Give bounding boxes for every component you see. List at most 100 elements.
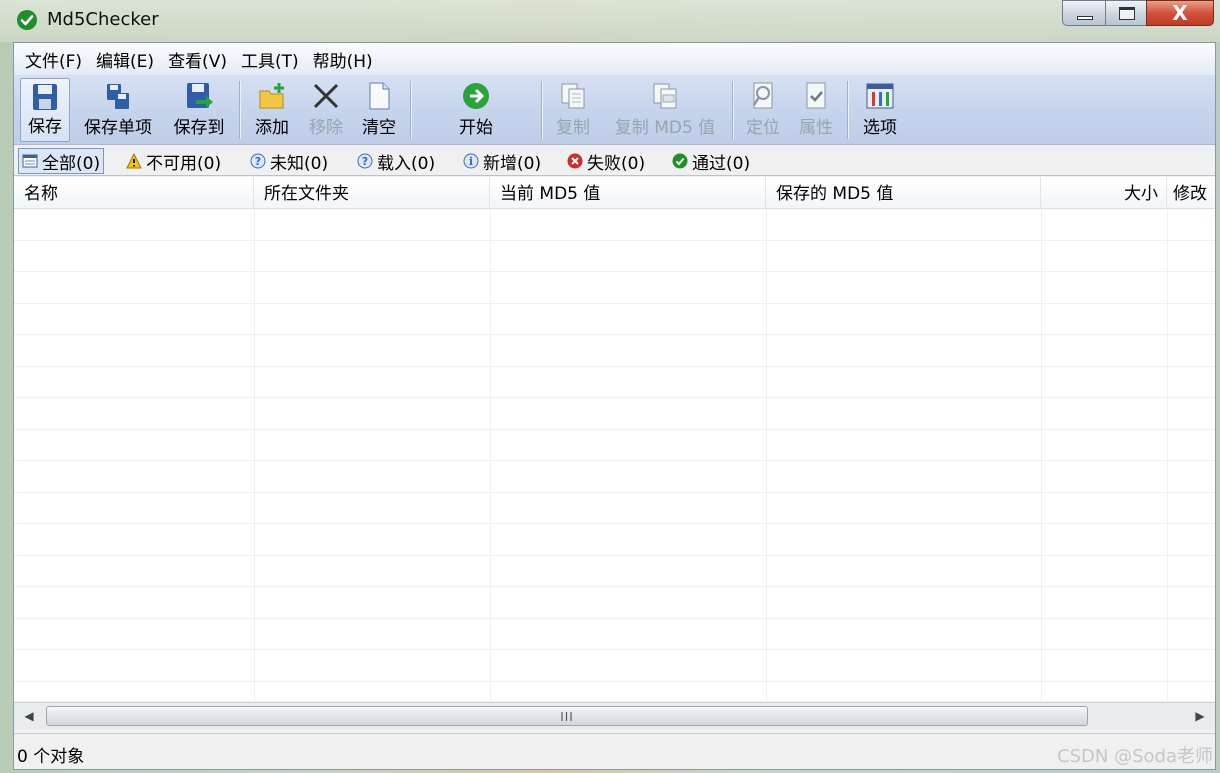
list-view-icon [22,154,38,168]
column-grid-line [254,209,255,701]
row-grid-line [14,366,1215,367]
column-header-current-md5[interactable]: 当前 MD5 值 [490,177,766,209]
menu-tools[interactable]: 工具(T) [236,47,308,72]
close-icon: X [1172,1,1188,25]
properties-button[interactable]: 属性 [791,78,841,142]
menu-edit[interactable]: 编辑(E) [91,47,163,72]
scroll-left-icon[interactable]: ◀ [16,703,42,729]
watermark: CSDN @Soda老师 [1057,746,1213,767]
start-arrow-icon [463,83,489,109]
horizontal-scrollbar[interactable]: ◀ III ▶ [14,702,1215,729]
info-icon: i [463,153,479,169]
toolbar-separator [732,81,734,139]
app-check-icon [17,10,37,30]
add-button[interactable]: 添加 [246,78,298,142]
scrollbar-grip-icon: III [560,710,574,724]
row-grid-line [14,555,1215,556]
menu-file[interactable]: 文件(F) [20,47,91,72]
minimize-icon [1077,16,1093,20]
toolbar-separator [541,81,543,139]
floppy-disk-icon [33,84,57,110]
column-grid-line [766,209,767,701]
fail-x-icon [567,153,583,169]
save-item-button[interactable]: 保存单项 [76,78,160,142]
main-window: 文件(F) 编辑(E) 查看(V) 工具(T) 帮助(H) 保存 保存单项 保存… [13,42,1216,770]
maximize-icon [1119,7,1135,20]
column-header-folder[interactable]: 所在文件夹 [254,177,490,209]
save-item-icon [107,84,129,109]
column-grid-line [490,209,491,701]
row-grid-line [14,429,1215,430]
list-body [14,209,1215,701]
column-grid-line [1167,209,1168,701]
filter-unavailable[interactable]: 不可用(0) [126,149,221,174]
copy-md5-icon [653,83,677,109]
save-to-icon [187,83,213,108]
menu-view[interactable]: 查看(V) [163,47,236,72]
status-bar: 0 个对象 CSDN @Soda老师 [14,733,1215,769]
column-header-name[interactable]: 名称 [14,177,254,209]
toolbar-separator [847,81,849,139]
row-grid-line [14,681,1215,682]
locate-magnifier-icon [752,82,773,109]
title-bar: Md5Checker X [0,0,1220,42]
row-grid-line [14,334,1215,335]
menu-help[interactable]: 帮助(H) [308,47,382,72]
options-sliders-icon [866,83,894,109]
filter-all[interactable]: 全部(0) [18,148,105,174]
svg-text:i: i [469,155,473,168]
remove-button[interactable]: 移除 [301,78,351,142]
window-title: Md5Checker [47,9,159,30]
row-grid-line [14,303,1215,304]
row-grid-line [14,492,1215,493]
copy-document-icon [561,83,585,109]
folder-add-icon [259,83,284,109]
save-to-button[interactable]: 保存到 [166,78,232,142]
save-button[interactable]: 保存 [20,78,70,142]
clear-button[interactable]: 清空 [354,78,404,142]
row-grid-line [14,586,1215,587]
minimize-button[interactable] [1062,0,1106,26]
row-grid-line [14,240,1215,241]
menu-bar: 文件(F) 编辑(E) 查看(V) 工具(T) 帮助(H) [14,43,1215,75]
filter-failed[interactable]: 失败(0) [567,149,645,174]
object-count: 0 个对象 [17,747,85,767]
svg-text:?: ? [362,155,368,168]
column-header-size[interactable]: 大小 [1041,177,1167,209]
scroll-right-icon[interactable]: ▶ [1187,703,1213,729]
scrollbar-thumb[interactable]: III [46,706,1088,726]
filter-new[interactable]: i 新增(0) [463,149,541,174]
row-grid-line [14,397,1215,398]
blank-document-icon [369,82,390,110]
svg-text:?: ? [255,155,261,168]
properties-check-icon [806,82,826,109]
row-grid-line [14,649,1215,650]
filter-bar: 全部(0) 不可用(0) ? 未知(0) ? 载入(0) i 新增(0) 失败(… [14,146,1215,176]
row-grid-line [14,271,1215,272]
column-header-modified[interactable]: 修改 [1167,177,1215,209]
options-button[interactable]: 选项 [853,78,907,142]
list-header: 名称 所在文件夹 当前 MD5 值 保存的 MD5 值 大小 修改 [14,177,1215,209]
remove-x-icon [313,83,339,109]
row-grid-line [14,618,1215,619]
warning-icon [126,153,142,169]
row-grid-line [14,523,1215,524]
column-grid-line [1041,209,1042,701]
filter-passed[interactable]: 通过(0) [672,149,750,174]
locate-button[interactable]: 定位 [738,78,788,142]
filter-unknown[interactable]: ? 未知(0) [250,149,328,174]
close-button[interactable]: X [1146,0,1214,26]
copy-md5-button[interactable]: 复制 MD5 值 [604,78,726,142]
file-list[interactable]: 名称 所在文件夹 当前 MD5 值 保存的 MD5 值 大小 修改 [14,177,1215,701]
copy-button[interactable]: 复制 [548,78,598,142]
start-button[interactable]: 开始 [416,78,536,142]
toolbar-separator [410,81,412,139]
filter-loaded[interactable]: ? 载入(0) [357,149,435,174]
pass-check-icon [672,153,688,169]
toolbar: 保存 保存单项 保存到 添加 移除 清空 开始 复制 复制 MD5 值 定位 属… [14,75,1215,145]
loaded-question-icon: ? [357,153,373,169]
maximize-button[interactable] [1105,0,1147,26]
column-header-saved-md5[interactable]: 保存的 MD5 值 [766,177,1041,209]
question-icon: ? [250,153,266,169]
toolbar-separator [239,81,241,139]
